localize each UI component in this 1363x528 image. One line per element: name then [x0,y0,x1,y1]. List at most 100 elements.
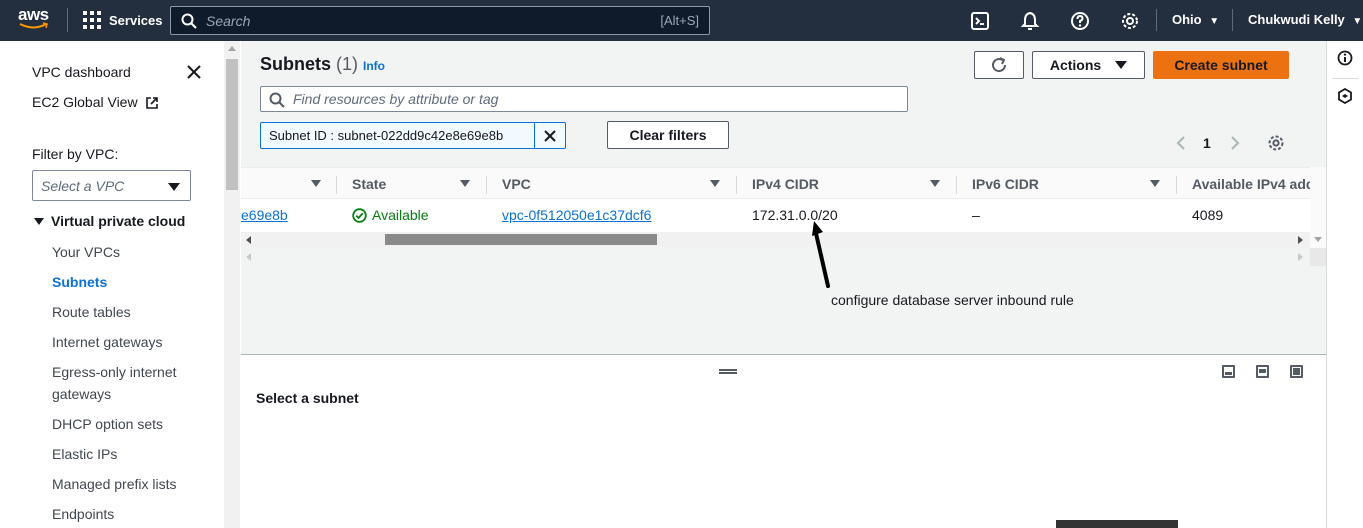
status-badge: Available [352,207,429,223]
sidebar-scrollbar-thumb[interactable] [226,59,238,190]
clear-filters-button[interactable]: Clear filters [607,121,729,149]
split-bottom-icon[interactable] [1222,365,1235,378]
chevron-left-icon[interactable] [1176,136,1186,150]
sidebar-item-subnets[interactable]: Subnets [52,271,107,293]
table-header: State VPC IPv4 CIDR IPv6 CIDR Available … [241,167,1314,199]
sidebar-item-egress-only-internet-gateways[interactable]: Egress-only internet gateways [52,361,202,405]
page-title-text: Subnets [260,54,332,74]
scroll-up-arrow-icon[interactable] [228,46,236,51]
ipv6-cidr-cell: – [972,207,980,223]
column-divider[interactable] [486,176,487,194]
scroll-right-arrow-icon[interactable] [1298,236,1303,244]
column-divider[interactable] [1176,176,1177,194]
create-subnet-button[interactable]: Create subnet [1153,51,1289,79]
region-selector[interactable]: Ohio ▼ [1172,12,1219,27]
split-side-icon[interactable] [1256,365,1269,378]
available-ipv4-cell: 4089 [1192,207,1224,223]
vpc-id-link[interactable]: vpc-0f512050e1c37dcf6 [502,207,651,223]
column-header-ipv6-cidr[interactable]: IPv6 CIDR [972,176,1039,192]
sort-caret-icon[interactable] [930,180,940,187]
external-link-icon [146,97,159,110]
table-settings-gear-icon[interactable] [1267,134,1285,152]
chevron-right-icon[interactable] [1230,136,1240,150]
actions-label: Actions [1049,57,1102,73]
find-resources-input[interactable]: Find resources by attribute or tag [260,86,908,112]
sort-caret-icon[interactable] [710,180,720,187]
gear-icon[interactable] [1120,11,1140,31]
column-divider[interactable] [736,176,737,194]
state-label: Available [372,207,429,223]
sidebar-item-your-vpcs[interactable]: Your VPCs [52,241,120,263]
caret-down-icon [1115,61,1128,69]
column-header-state[interactable]: State [352,176,386,192]
find-resources-placeholder: Find resources by attribute or tag [293,91,499,107]
drag-handle-icon[interactable] [719,369,737,374]
sidebar-item-route-tables[interactable]: Route tables [52,301,131,323]
subnet-count: (1) [336,54,359,74]
region-label: Ohio [1172,12,1202,27]
page-title: Subnets (1) [260,54,358,75]
vertical-scrollbar-corner [1310,248,1326,266]
info-icon[interactable] [1337,50,1353,66]
column-divider[interactable] [956,176,957,194]
nav-divider [67,8,68,32]
actions-button[interactable]: Actions [1032,51,1145,79]
services-menu[interactable]: Services [83,11,163,29]
account-menu[interactable]: Chukwudi Kelly ▼ [1248,12,1362,27]
aws-logo[interactable]: aws [18,6,52,33]
cloudshell-icon[interactable] [970,11,990,31]
sidebar-item-managed-prefix-lists[interactable]: Managed prefix lists [52,473,177,495]
filter-by-vpc-label: Filter by VPC: [32,146,119,162]
page-number[interactable]: 1 [1203,135,1211,151]
scroll-down-arrow-icon[interactable] [1314,237,1322,242]
aws-smile-icon [19,22,48,29]
refresh-button[interactable] [974,51,1024,79]
horizontal-scrollbar-thumb[interactable] [385,234,657,245]
scroll-right-arrow-icon[interactable] [1298,253,1303,261]
section-title: Virtual private cloud [51,213,186,229]
column-header-ipv4-cidr[interactable]: IPv4 CIDR [752,176,819,192]
scroll-left-arrow-icon[interactable] [246,236,251,244]
filter-token-text: Subnet ID : subnet-022dd9c42e8e69e8b [269,128,504,143]
global-search-input[interactable]: Search [Alt+S] [170,6,710,35]
column-divider[interactable] [336,176,337,194]
vpc-dashboard-link[interactable]: VPC dashboard [32,64,131,80]
remove-filter-button[interactable] [534,123,565,148]
caret-down-icon: ▼ [1352,16,1363,27]
scroll-left-arrow-icon[interactable] [246,253,251,261]
sort-caret-icon[interactable] [1150,180,1160,187]
rail-separator [1332,78,1358,79]
info-link[interactable]: Info [363,59,385,73]
user-label: Chukwudi Kelly [1248,12,1345,27]
split-full-icon[interactable] [1290,365,1303,378]
split-panel [241,355,1326,528]
column-header-vpc[interactable]: VPC [502,176,531,192]
column-header-available-ipv4[interactable]: Available IPv4 add [1192,176,1314,192]
sidebar-item-elastic-ips[interactable]: Elastic IPs [52,443,117,465]
sidebar-item-dhcp-option-sets[interactable]: DHCP option sets [52,413,163,435]
sidebar-item-endpoints[interactable]: Endpoints [52,503,114,525]
nav-separator [1156,9,1157,31]
annotation-arrow-icon [812,221,830,288]
help-icon[interactable] [1070,11,1090,31]
hexagon-icon[interactable] [1337,88,1353,104]
sort-caret-icon[interactable] [460,180,470,187]
vpc-filter-select[interactable]: Select a VPC [32,170,191,201]
ec2-global-view-link[interactable]: EC2 Global View [32,94,159,110]
check-circle-icon [352,207,367,223]
split-panel-empty-text: Select a subnet [256,390,359,406]
top-navigation: aws Services Search [Alt+S] Ohio ▼ Chukw… [0,0,1363,41]
sidebar-item-internet-gateways[interactable]: Internet gateways [52,331,163,353]
bell-icon[interactable] [1020,11,1040,31]
sort-caret-icon[interactable] [311,180,321,187]
table-row[interactable]: e69e8b Available vpc-0f512050e1c37dcf6 1… [241,199,1310,232]
right-tools-rail [1326,41,1363,528]
grid-icon [83,11,101,29]
nav-separator [1232,9,1233,31]
caret-down-icon: ▼ [1209,16,1220,27]
search-icon [181,13,197,29]
filter-token: Subnet ID : subnet-022dd9c42e8e69e8b [260,122,566,149]
close-icon[interactable] [186,64,202,80]
virtual-private-cloud-section[interactable]: Virtual private cloud [34,213,185,229]
subnet-id-link[interactable]: e69e8b [241,207,288,223]
